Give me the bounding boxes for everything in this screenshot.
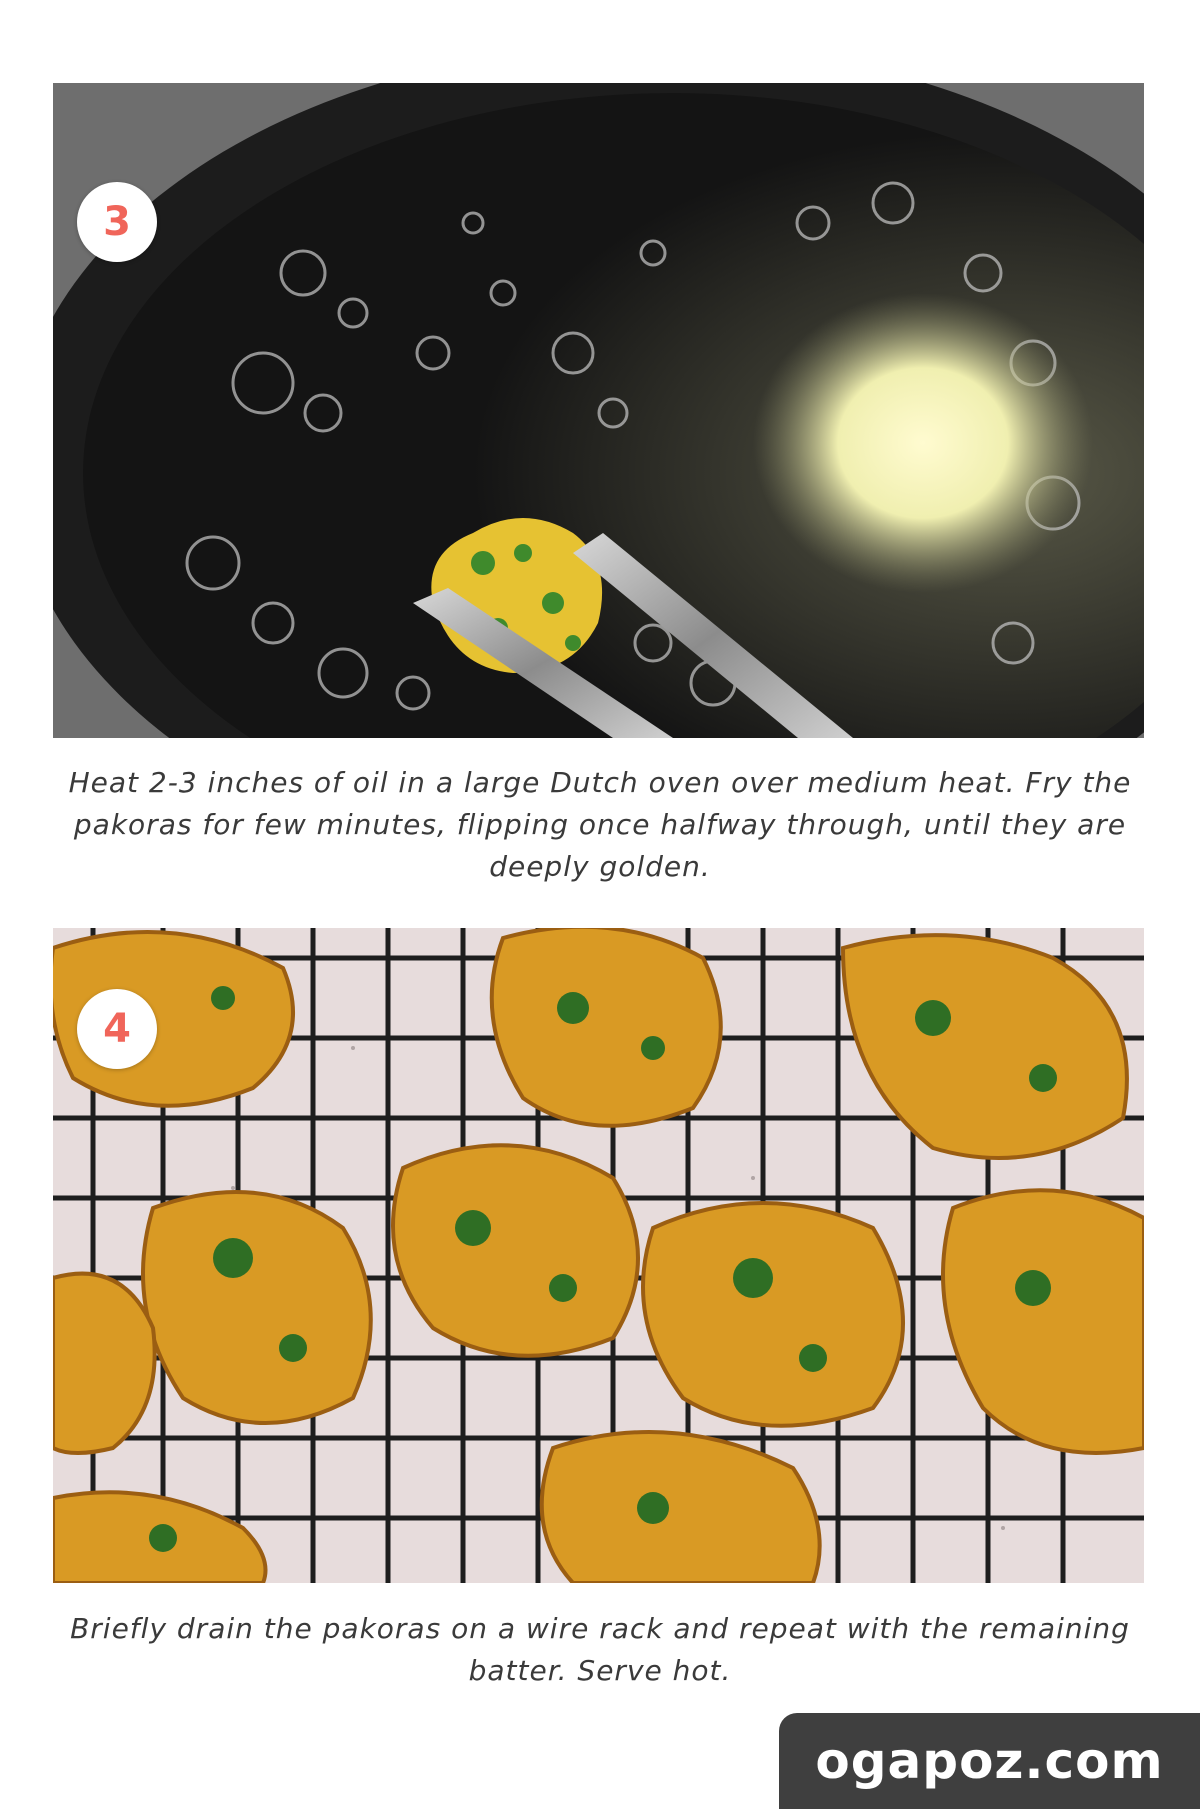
pakoras-on-rack-illustration [53,928,1144,1583]
step-4-photo: 4 [53,928,1144,1583]
step-4-caption: Briefly drain the pakoras on a wire rack… [70,1612,1130,1687]
frying-pakora-illustration [53,83,1144,738]
site-watermark: ogapoz.com [779,1713,1200,1809]
step-3-caption: Heat 2-3 inches of oil in a large Dutch … [68,766,1132,883]
step-number-badge: 4 [77,989,157,1069]
step-3-photo: 3 [53,83,1144,738]
step-number-badge: 3 [77,182,157,262]
